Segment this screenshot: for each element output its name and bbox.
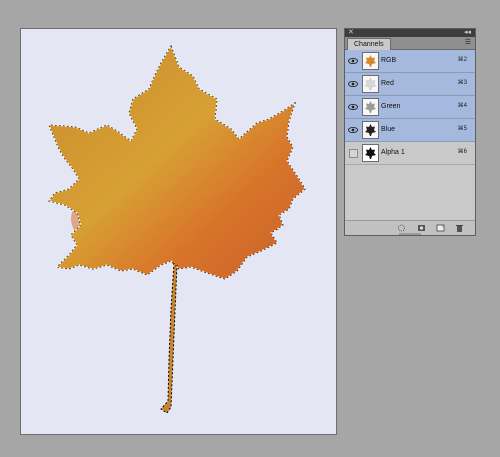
channel-shortcut: ⌘5 bbox=[457, 126, 467, 132]
channel-thumbnail-red bbox=[362, 75, 379, 93]
channel-row-green[interactable]: Green ⌘4 bbox=[345, 96, 475, 119]
panel-title-bar[interactable]: ✕ ◂◂ bbox=[345, 29, 475, 37]
channel-row-rgb[interactable]: RGB ⌘2 bbox=[345, 50, 475, 73]
channel-list: RGB ⌘2 Red ⌘3 Green ⌘4 Blue ⌘5 Alpha 1 ⌘… bbox=[345, 50, 475, 165]
document-canvas[interactable] bbox=[20, 28, 337, 435]
collapse-panel-icon[interactable]: ◂◂ bbox=[464, 28, 471, 37]
channel-name: Blue bbox=[381, 126, 396, 133]
channel-name: RGB bbox=[381, 57, 397, 64]
channel-name: Red bbox=[381, 80, 394, 87]
channel-row-blue[interactable]: Blue ⌘5 bbox=[345, 119, 475, 142]
channel-shortcut: ⌘2 bbox=[457, 57, 467, 63]
delete-channel-icon[interactable] bbox=[455, 224, 464, 232]
panel-footer bbox=[345, 220, 475, 235]
channel-shortcut: ⌘4 bbox=[457, 103, 467, 109]
channels-panel: ✕ ◂◂ Channels ☰ RGB ⌘2 Red ⌘3 Green ⌘4 B… bbox=[344, 28, 476, 236]
panel-menu-icon[interactable]: ☰ bbox=[465, 38, 471, 48]
channel-row-red[interactable]: Red ⌘3 bbox=[345, 73, 475, 96]
channel-shortcut: ⌘6 bbox=[457, 149, 467, 155]
channel-thumbnail-blue bbox=[362, 121, 379, 139]
save-selection-icon[interactable] bbox=[417, 224, 426, 232]
panel-tab-row: Channels ☰ bbox=[345, 37, 475, 50]
eye-icon[interactable] bbox=[348, 56, 358, 66]
channel-shortcut: ⌘3 bbox=[457, 80, 467, 86]
resize-grip[interactable] bbox=[399, 233, 421, 235]
tab-channels[interactable]: Channels bbox=[347, 38, 391, 50]
close-panel-icon[interactable]: ✕ bbox=[348, 28, 354, 37]
leaf-image bbox=[48, 45, 306, 414]
eye-icon[interactable] bbox=[348, 125, 358, 135]
eye-icon[interactable] bbox=[348, 79, 358, 89]
new-channel-icon[interactable] bbox=[436, 224, 445, 232]
channel-thumbnail-alpha-1 bbox=[362, 144, 379, 162]
load-selection-icon[interactable] bbox=[397, 224, 406, 232]
eye-icon[interactable] bbox=[348, 102, 358, 112]
channel-thumbnail-rgb bbox=[362, 52, 379, 70]
channel-row-alpha-1[interactable]: Alpha 1 ⌘6 bbox=[345, 142, 475, 165]
channel-thumbnail-green bbox=[362, 98, 379, 116]
visibility-toggle-empty[interactable] bbox=[349, 149, 358, 158]
channel-name: Green bbox=[381, 103, 401, 110]
channel-name: Alpha 1 bbox=[381, 149, 405, 156]
